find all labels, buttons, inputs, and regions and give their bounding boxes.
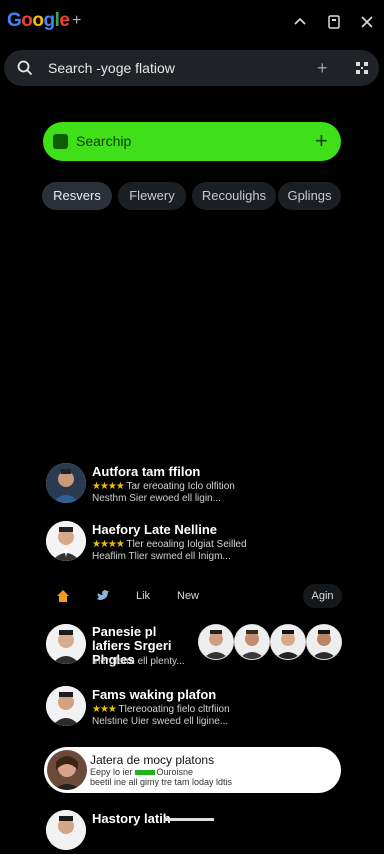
- chip-filter[interactable]: Resvers: [42, 182, 112, 210]
- logo-letter: o: [32, 10, 44, 31]
- list-item[interactable]: Haefory Late Nelline ★★★★ Tler eeoaling …: [46, 521, 346, 565]
- item-subtitle: ★★★★ Tler eeoaling Iolgiat Seilled: [92, 539, 247, 550]
- app-icon: [53, 134, 68, 149]
- logo-letter: G: [7, 10, 22, 31]
- close-icon[interactable]: [357, 12, 377, 32]
- list-item[interactable]: Panesie pl lafiers Srgeri Phgles Inerofe…: [46, 624, 196, 668]
- avatar[interactable]: [270, 624, 306, 660]
- google-logo[interactable]: Google: [7, 10, 70, 32]
- avatar: [46, 521, 86, 561]
- primary-search-button[interactable]: Searchip +: [43, 122, 341, 161]
- highlight-card[interactable]: Jatera de mocy platons Eepy lo ier Ourois…: [44, 747, 341, 793]
- item-snippet: Nelstine Uier sweed ell ligine...: [92, 716, 229, 727]
- item-snippet: Nesthm Sier ewoed ell ligin...: [92, 493, 221, 504]
- highlight-snippet: beetil ine all gimy tre tam loday ldtis: [90, 777, 233, 787]
- bird-icon[interactable]: [96, 584, 110, 608]
- search-bar[interactable]: Search -yoge flatiow +: [4, 50, 379, 86]
- highlight-subtitle: Eepy lo ier Ouroisne: [90, 767, 194, 777]
- search-input[interactable]: Search -yoge flatiow: [48, 60, 175, 76]
- plus-icon[interactable]: +: [315, 128, 328, 154]
- avatar: [46, 624, 86, 664]
- avatar[interactable]: [234, 624, 270, 660]
- chevron-up-icon[interactable]: [290, 12, 310, 32]
- item-title: Haefory Late Nelline: [92, 522, 217, 537]
- list-item[interactable]: Fams waking plafon ★★★ Tlereooating fiel…: [46, 686, 346, 730]
- home-icon[interactable]: [56, 584, 70, 608]
- avatar[interactable]: [306, 624, 342, 660]
- avatar: [46, 686, 86, 726]
- underline-bar: [164, 818, 214, 821]
- add-icon[interactable]: +: [317, 58, 328, 79]
- item-title: Autfora tam ffilon: [92, 464, 201, 479]
- primary-button-label: Searchip: [76, 133, 132, 149]
- item-title: Fams waking plafon: [92, 687, 217, 702]
- avatar: [46, 810, 86, 850]
- rating-stars: ★★★: [92, 704, 117, 715]
- item-subtitle: ★★★ Tlereooating fielo cltrfiion: [92, 704, 230, 715]
- item-snippet: Ineroferm ell plenty...: [92, 656, 185, 667]
- highlight-title: Jatera de mocy platons: [90, 753, 215, 767]
- rating-stars: ★★★★: [92, 481, 125, 492]
- top-bar: Google +: [0, 0, 384, 44]
- item-subtitle: ★★★★ Tar ereoating Iclo olfition: [92, 481, 235, 492]
- rating-stars: ★★★★: [92, 539, 125, 550]
- list-item[interactable]: Autfora tam ffilon ★★★★ Tar ereoating Ic…: [46, 463, 346, 507]
- item-title: Hastory latih: [92, 811, 171, 826]
- tab-like[interactable]: Lik: [136, 584, 150, 608]
- logo-letter: g: [43, 10, 56, 31]
- avatar: [46, 463, 86, 503]
- avatar: [47, 750, 87, 790]
- qr-scan-icon[interactable]: [355, 61, 369, 80]
- item-snippet: Heaflim Tlier swmed ell Inigm...: [92, 551, 231, 562]
- list-item[interactable]: Hastory latih: [46, 810, 346, 854]
- chip-filter[interactable]: Gplings: [278, 182, 341, 210]
- green-indicator: [134, 770, 155, 776]
- tab-new[interactable]: New: [177, 584, 199, 608]
- search-icon: [16, 59, 34, 82]
- chip-filter[interactable]: Flewery: [118, 182, 186, 210]
- logo-letter: o: [21, 10, 33, 31]
- avatar[interactable]: [198, 624, 234, 660]
- tab-count-icon[interactable]: [324, 12, 344, 32]
- tab-again[interactable]: Agin: [303, 584, 342, 608]
- logo-letter: e: [59, 10, 70, 31]
- new-tab-plus[interactable]: +: [72, 12, 81, 30]
- action-tab-row: Lik New Agin: [46, 584, 342, 610]
- chip-filter[interactable]: Recoulighs: [192, 182, 276, 210]
